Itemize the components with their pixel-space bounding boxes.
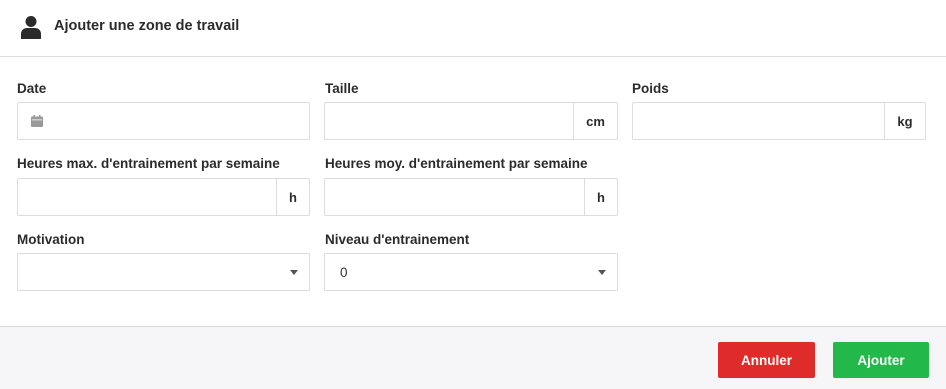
- date-field[interactable]: [17, 102, 310, 140]
- date-label: Date: [17, 81, 47, 96]
- heures-moy-label: Heures moy. d'entrainement par semaine: [325, 156, 588, 171]
- dialog-header: Ajouter une zone de travail: [0, 0, 946, 57]
- caret-down-icon: [279, 254, 309, 290]
- calendar-icon: [31, 115, 43, 127]
- taille-input[interactable]: [325, 103, 573, 139]
- taille-field[interactable]: cm: [324, 102, 618, 140]
- poids-field[interactable]: kg: [632, 102, 926, 140]
- user-icon: [21, 16, 41, 39]
- poids-input[interactable]: [633, 103, 884, 139]
- add-button[interactable]: Ajouter: [833, 342, 929, 378]
- heures-max-unit: h: [276, 179, 309, 215]
- poids-unit: kg: [884, 103, 925, 139]
- heures-moy-input[interactable]: [325, 179, 584, 215]
- heures-moy-field[interactable]: h: [324, 178, 618, 216]
- motivation-label: Motivation: [17, 232, 85, 247]
- heures-max-label: Heures max. d'entrainement par semaine: [17, 156, 280, 171]
- dialog-footer: Annuler Ajouter: [0, 326, 946, 389]
- motivation-value: [18, 254, 279, 290]
- taille-label: Taille: [325, 81, 359, 96]
- niveau-label: Niveau d'entrainement: [325, 232, 470, 247]
- taille-unit: cm: [573, 103, 617, 139]
- date-input[interactable]: [43, 103, 309, 139]
- motivation-select[interactable]: [17, 253, 310, 291]
- niveau-select[interactable]: 0: [324, 253, 618, 291]
- niveau-value: 0: [340, 264, 348, 280]
- caret-down-icon: [587, 254, 617, 290]
- heures-moy-unit: h: [584, 179, 617, 215]
- heures-max-field[interactable]: h: [17, 178, 310, 216]
- cancel-button[interactable]: Annuler: [718, 342, 815, 378]
- poids-label: Poids: [632, 81, 669, 96]
- dialog-title: Ajouter une zone de travail: [54, 18, 240, 34]
- heures-max-input[interactable]: [18, 179, 276, 215]
